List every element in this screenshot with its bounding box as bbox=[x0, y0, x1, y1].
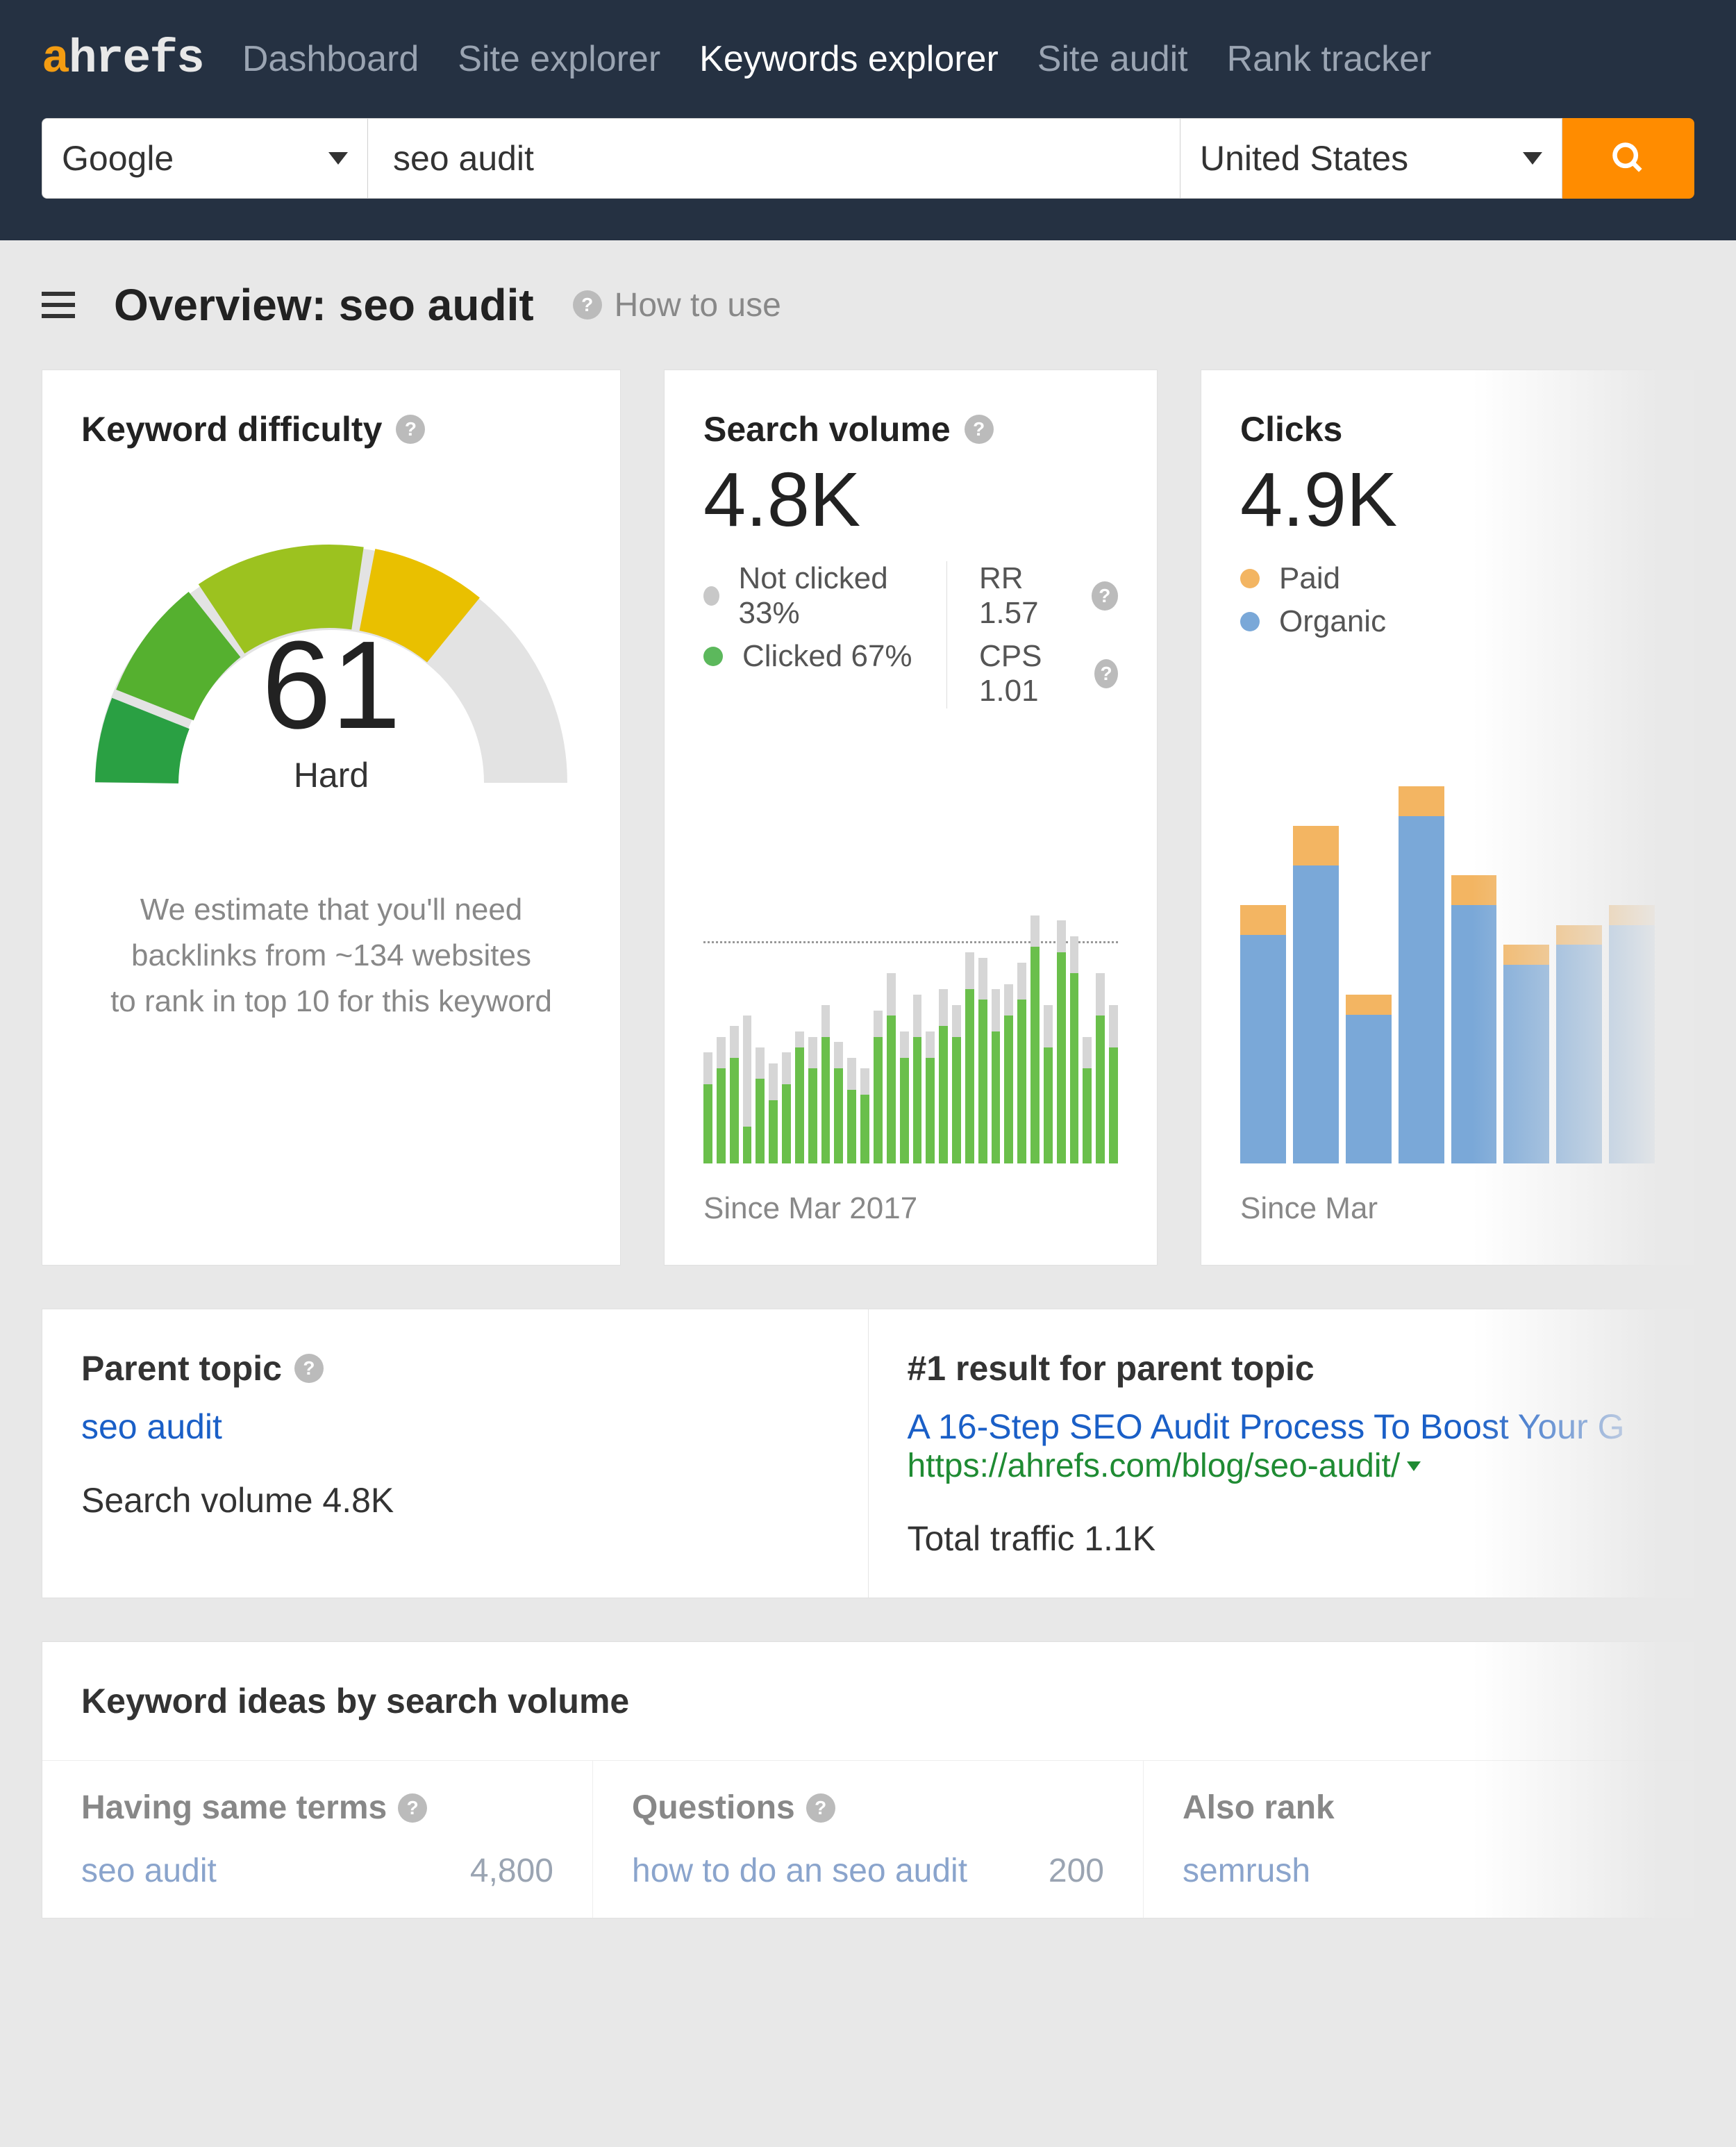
top-result-title: #1 result for parent topic bbox=[908, 1348, 1314, 1388]
idea-row[interactable]: semrush bbox=[1183, 1852, 1655, 1890]
search-button[interactable] bbox=[1562, 118, 1694, 199]
idea-row[interactable]: how to do an seo audit200 bbox=[632, 1852, 1104, 1890]
ideas-col-also-rank: Also rank semrush bbox=[1144, 1761, 1694, 1918]
keyword-value: seo audit bbox=[393, 138, 534, 179]
chevron-down-icon bbox=[328, 152, 348, 165]
parent-topic-title: Parent topic bbox=[81, 1348, 282, 1388]
help-icon[interactable]: ? bbox=[294, 1354, 324, 1383]
dot-icon bbox=[1240, 612, 1260, 631]
sv-since: Since Mar 2017 bbox=[703, 1191, 1118, 1226]
search-engine-value: Google bbox=[62, 138, 174, 179]
clicks-value: 4.9K bbox=[1240, 458, 1655, 542]
logo-rest: hrefs bbox=[69, 33, 203, 86]
top-result-traffic: Total traffic 1.1K bbox=[908, 1518, 1655, 1559]
kd-title: Keyword difficulty bbox=[81, 409, 382, 449]
sv-value: 4.8K bbox=[703, 458, 1118, 542]
idea-row[interactable]: seo audit4,800 bbox=[81, 1852, 553, 1890]
keyword-difficulty-card: Keyword difficulty ? 61 Hard bbox=[42, 370, 621, 1266]
kd-label: Hard bbox=[81, 755, 581, 795]
ideas-col-same-terms: Having same terms? seo audit4,800 bbox=[42, 1761, 593, 1918]
clicks-paid: Paid bbox=[1279, 561, 1340, 596]
chevron-down-icon bbox=[1523, 152, 1542, 165]
clicks-trend-chart bbox=[1240, 667, 1655, 1163]
help-icon[interactable]: ? bbox=[1092, 581, 1118, 611]
nav-site-audit[interactable]: Site audit bbox=[1037, 38, 1188, 80]
nav-dashboard[interactable]: Dashboard bbox=[242, 38, 419, 80]
help-icon: ? bbox=[573, 290, 602, 320]
sv-rr: RR 1.57 bbox=[979, 561, 1082, 631]
sv-clicked: Clicked 67% bbox=[742, 639, 912, 674]
top-result-url[interactable]: https://ahrefs.com/blog/seo-audit/ bbox=[908, 1447, 1655, 1485]
sv-not-clicked: Not clicked 33% bbox=[739, 561, 915, 631]
parent-topic-volume: Search volume 4.8K bbox=[81, 1480, 829, 1520]
logo-a: a bbox=[42, 33, 69, 86]
dot-icon bbox=[703, 647, 723, 666]
kd-gauge: 61 Hard bbox=[81, 498, 581, 845]
kd-description: We estimate that you'll need backlinks f… bbox=[81, 887, 581, 1025]
sv-trend-chart bbox=[703, 736, 1118, 1163]
help-icon[interactable]: ? bbox=[398, 1793, 427, 1823]
nav-keywords-explorer[interactable]: Keywords explorer bbox=[699, 38, 999, 80]
search-icon bbox=[1610, 140, 1646, 176]
ideas-title: Keyword ideas by search volume bbox=[42, 1642, 1694, 1760]
clicks-since: Since Mar bbox=[1240, 1191, 1655, 1226]
how-to-use-label: How to use bbox=[615, 286, 781, 324]
parent-topic-link[interactable]: seo audit bbox=[81, 1407, 829, 1447]
kd-value: 61 bbox=[81, 623, 581, 748]
sv-title: Search volume bbox=[703, 409, 951, 449]
ideas-col-heading: Also rank bbox=[1183, 1789, 1335, 1827]
dot-icon bbox=[703, 586, 719, 606]
brand-logo[interactable]: ahrefs bbox=[42, 33, 203, 86]
help-icon[interactable]: ? bbox=[396, 415, 425, 444]
dot-icon bbox=[1240, 569, 1260, 588]
chevron-down-icon bbox=[1407, 1461, 1421, 1471]
clicks-card: Clicks 4.9K Paid Organic Since Mar bbox=[1201, 370, 1694, 1266]
help-icon[interactable]: ? bbox=[806, 1793, 835, 1823]
menu-icon[interactable] bbox=[42, 292, 75, 318]
search-volume-card: Search volume ? 4.8K Not clicked 33% Cli… bbox=[664, 370, 1158, 1266]
country-value: United States bbox=[1200, 138, 1408, 179]
keyword-ideas-card: Keyword ideas by search volume Having sa… bbox=[42, 1641, 1694, 1918]
country-select[interactable]: United States bbox=[1180, 118, 1562, 199]
nav-rank-tracker[interactable]: Rank tracker bbox=[1227, 38, 1432, 80]
ideas-col-questions: Questions? how to do an seo audit200 bbox=[593, 1761, 1144, 1918]
how-to-use-link[interactable]: ? How to use bbox=[573, 286, 781, 324]
parent-topic-card: Parent topic? seo audit Search volume 4.… bbox=[42, 1309, 1694, 1598]
keyword-input[interactable]: seo audit bbox=[368, 118, 1180, 199]
help-icon[interactable]: ? bbox=[965, 415, 994, 444]
top-result-link[interactable]: A 16-Step SEO Audit Process To Boost You… bbox=[908, 1407, 1655, 1447]
help-icon[interactable]: ? bbox=[1094, 659, 1118, 688]
clicks-title: Clicks bbox=[1240, 409, 1342, 449]
search-engine-select[interactable]: Google bbox=[42, 118, 368, 199]
clicks-organic: Organic bbox=[1279, 604, 1386, 639]
sv-cps: CPS 1.01 bbox=[979, 639, 1085, 708]
ideas-col-heading: Having same terms bbox=[81, 1789, 387, 1827]
ideas-col-heading: Questions bbox=[632, 1789, 795, 1827]
nav-site-explorer[interactable]: Site explorer bbox=[458, 38, 660, 80]
page-title: Overview: seo audit bbox=[114, 279, 534, 331]
